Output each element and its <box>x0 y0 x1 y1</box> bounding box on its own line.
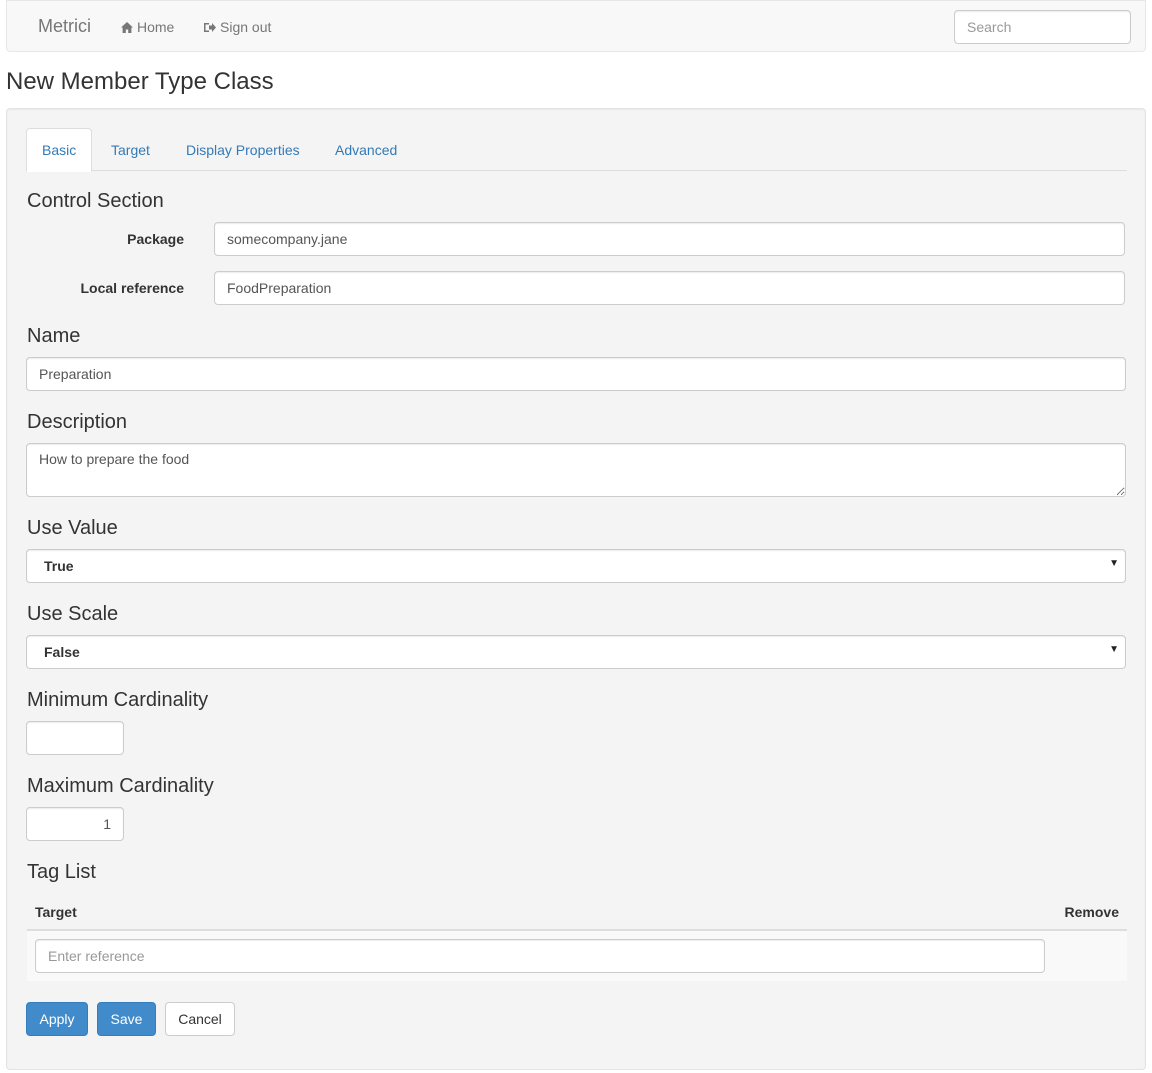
max-cardinality-label: Maximum Cardinality <box>27 775 214 797</box>
description-textarea[interactable]: How to prepare the food <box>26 443 1126 497</box>
local-reference-label: Local reference <box>80 280 185 296</box>
sign-out-icon <box>204 22 216 32</box>
tab-advanced[interactable]: Advanced <box>319 128 413 171</box>
tag-list-heading: Tag List <box>27 861 96 883</box>
tab-basic[interactable]: Basic <box>26 128 93 172</box>
use-value-select[interactable]: True ▼ <box>26 549 1126 583</box>
column-header-target: Target <box>35 904 77 920</box>
nav-home-link[interactable]: Home <box>121 19 174 35</box>
save-button[interactable]: Save <box>97 1002 156 1036</box>
search-input[interactable] <box>954 10 1131 44</box>
nav-home-label: Home <box>137 19 175 35</box>
use-scale-label: Use Scale <box>27 603 119 625</box>
tab-display-properties[interactable]: Display Properties <box>170 128 316 171</box>
package-input[interactable] <box>214 222 1125 256</box>
use-scale-select[interactable]: False ▼ <box>26 635 1126 669</box>
dropdown-arrow-icon: ▼ <box>1109 644 1119 655</box>
navbar: Metrici Home Sign out <box>6 0 1146 52</box>
use-value-selected: True <box>44 558 74 574</box>
description-label: Description <box>27 411 128 433</box>
brand-logo[interactable]: Metrici <box>38 16 91 37</box>
tag-reference-input[interactable] <box>35 939 1045 973</box>
tag-list-table-header: Target Remove <box>27 899 1127 931</box>
control-section-heading: Control Section <box>27 190 164 212</box>
page-title: New Member Type Class <box>6 68 274 95</box>
min-cardinality-label: Minimum Cardinality <box>27 689 209 711</box>
min-cardinality-input[interactable] <box>26 721 124 755</box>
column-header-remove: Remove <box>1064 904 1119 920</box>
dropdown-arrow-icon: ▼ <box>1109 558 1119 569</box>
name-input[interactable] <box>26 357 1126 391</box>
nav-sign-out-label: Sign out <box>220 19 272 35</box>
local-reference-input[interactable] <box>214 271 1125 305</box>
use-scale-selected: False <box>44 644 80 660</box>
max-cardinality-input[interactable] <box>26 807 124 841</box>
tab-target[interactable]: Target <box>95 128 166 171</box>
name-label: Name <box>27 325 81 347</box>
table-row <box>27 931 1127 981</box>
home-icon <box>121 21 133 33</box>
use-value-label: Use Value <box>27 517 118 539</box>
form-panel: Basic Target Display Properties Advanced… <box>6 108 1146 1070</box>
cancel-button[interactable]: Cancel <box>165 1002 235 1036</box>
package-label: Package <box>127 231 184 247</box>
tab-bar: Basic Target Display Properties Advanced <box>26 128 1127 172</box>
apply-button[interactable]: Apply <box>26 1002 88 1036</box>
nav-sign-out-link[interactable]: Sign out <box>203 19 271 35</box>
